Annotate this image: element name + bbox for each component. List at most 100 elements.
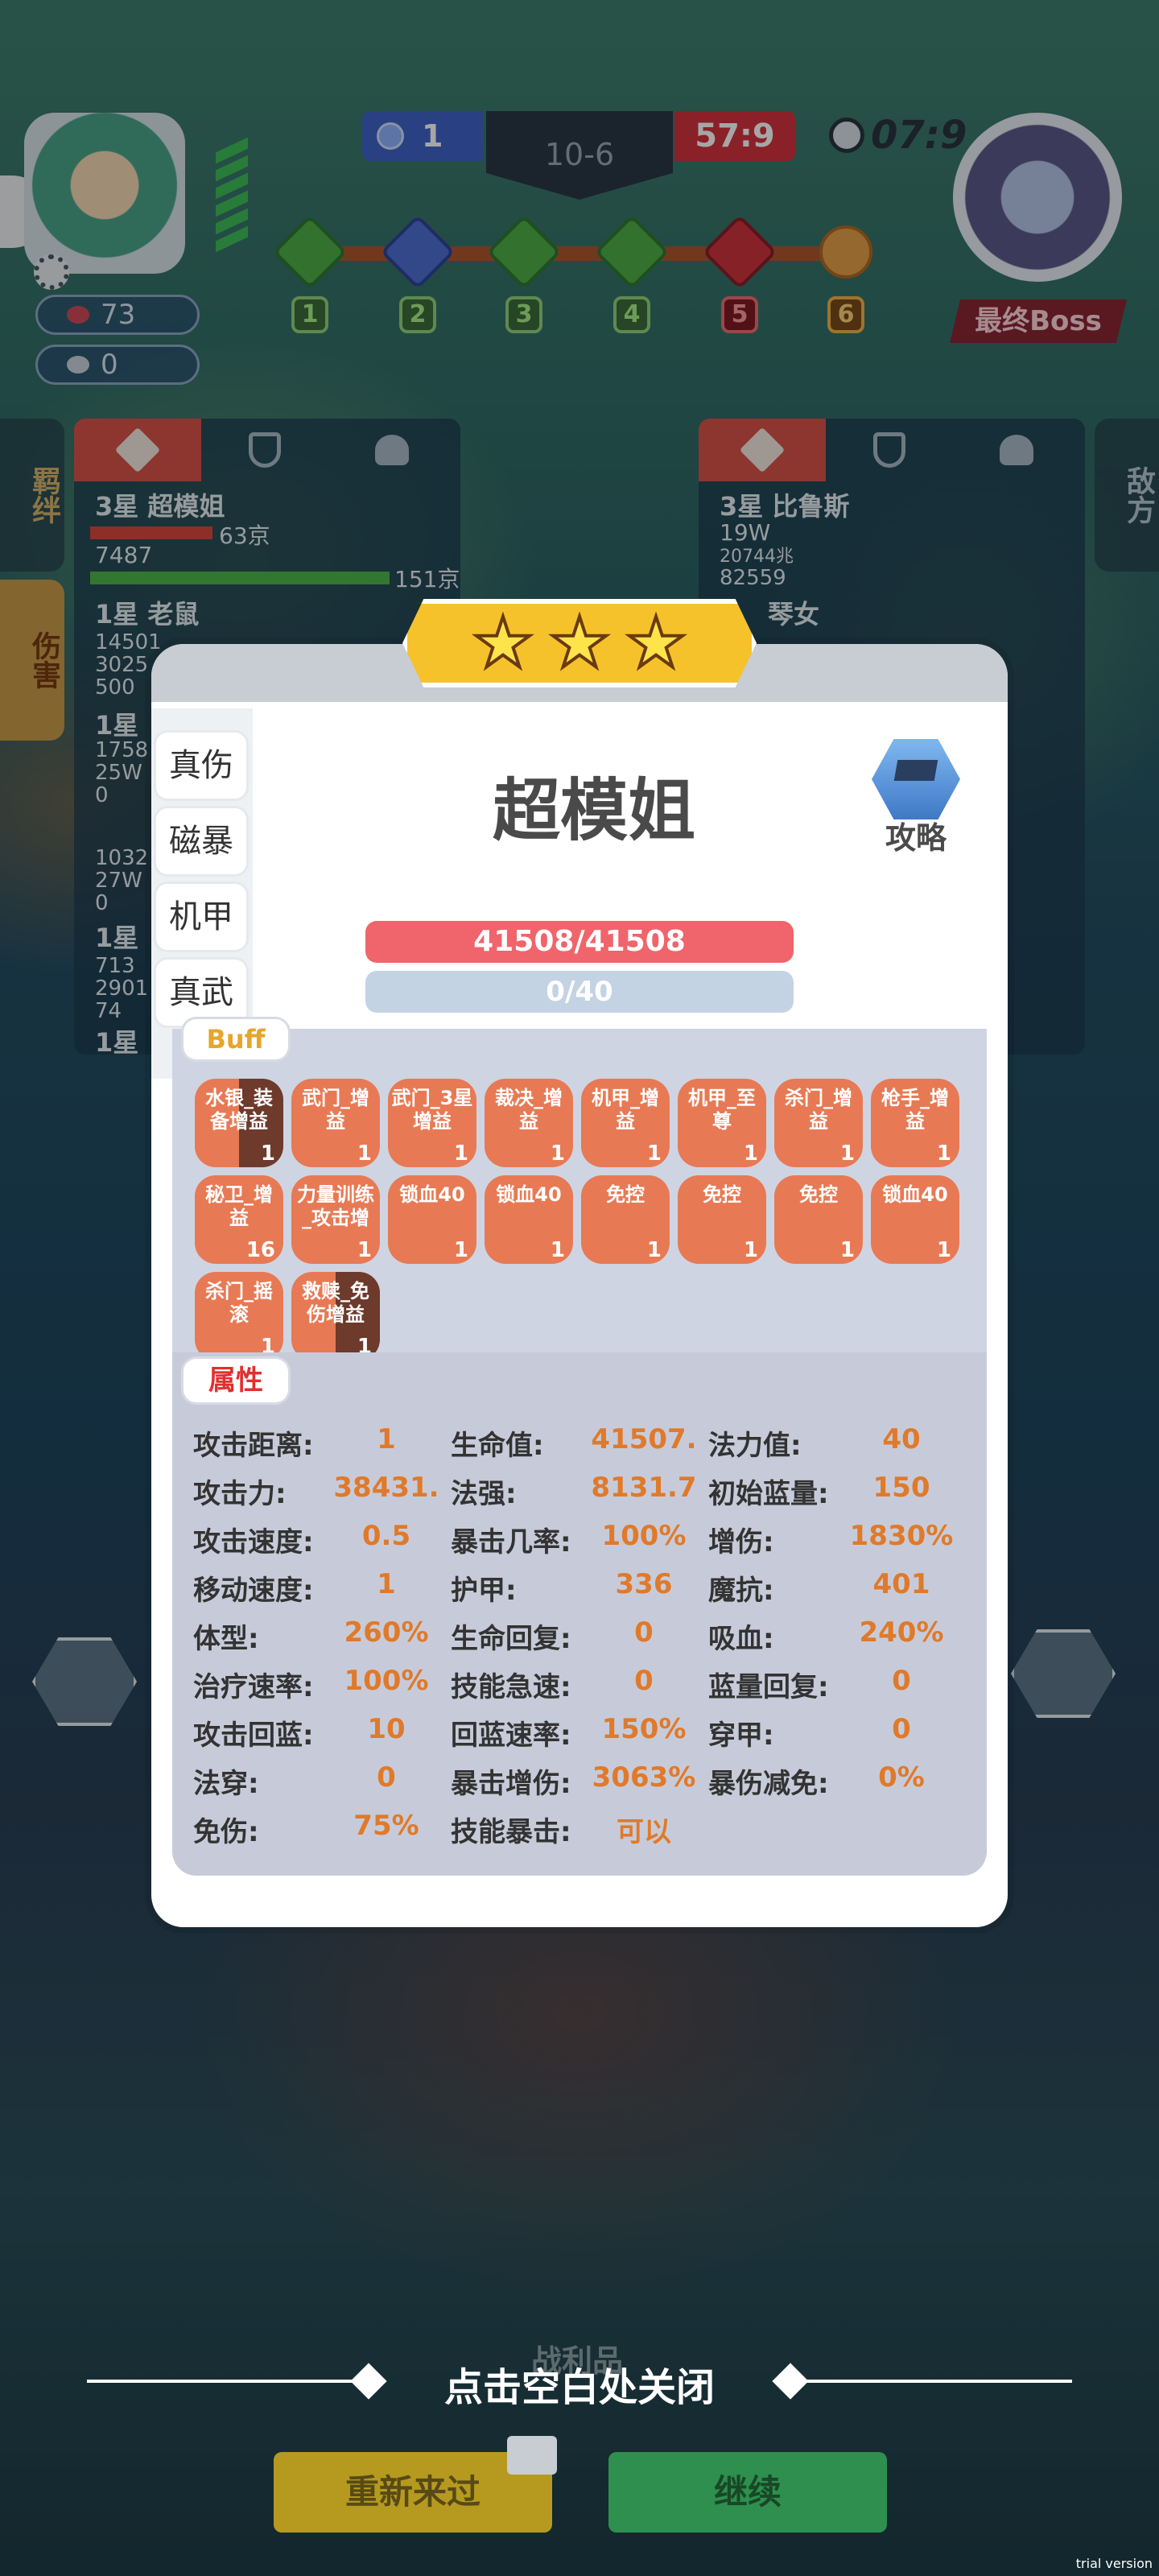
attribute-cell: 回蓝速率: 150% (451, 1713, 708, 1752)
attribute-row: 治疗速率: 100% 技能急速: 0 蓝量回复: 0 (193, 1660, 966, 1708)
attribute-key: 攻击速度: (193, 1525, 314, 1558)
buff-item[interactable]: 秘卫_增益 16 (195, 1175, 283, 1264)
buff-count: 1 (839, 1238, 855, 1262)
buff-name: 锁血40 (882, 1183, 948, 1206)
trait-tag-4[interactable]: 真武 (156, 960, 246, 1026)
attribute-value: 38431. (333, 1471, 439, 1504)
attribute-cell: 护甲: 336 (451, 1568, 708, 1608)
buff-item[interactable]: 枪手_增益 1 (871, 1079, 959, 1167)
attribute-row: 免伤: 75% 技能暴击: 可以 (193, 1805, 966, 1853)
buff-name: 锁血40 (496, 1183, 562, 1206)
buff-name: 武门_增益 (302, 1087, 369, 1133)
buff-item[interactable]: 力量训练_攻击增 1 (291, 1175, 380, 1264)
attribute-key: 暴击增伤: (451, 1767, 571, 1800)
attribute-value: 260% (344, 1616, 429, 1649)
attribute-value: 75% (353, 1809, 419, 1842)
buff-item[interactable]: 水银_装备增益 1 (195, 1079, 283, 1167)
attribute-cell: 法穿: 0 (193, 1761, 451, 1801)
attribute-value: 100% (601, 1519, 687, 1552)
attribute-row: 攻击速度: 0.5 暴击几率: 100% 增伤: 1830% (193, 1515, 966, 1563)
attribute-cell: 攻击力: 38431. (193, 1472, 451, 1511)
buff-item[interactable]: 杀门_摇滚 1 (195, 1272, 283, 1360)
buff-item[interactable]: 锁血40 1 (485, 1175, 573, 1264)
attribute-key: 初始蓝量: (708, 1477, 829, 1510)
trait-tag-3[interactable]: 机甲 (156, 884, 246, 950)
hp-bar: 41508/41508 (365, 921, 794, 963)
attribute-cell: 治疗速率: 100% (193, 1665, 451, 1704)
attribute-cell: 攻击速度: 0.5 (193, 1520, 451, 1559)
buff-item[interactable]: 机甲_增益 1 (581, 1079, 670, 1167)
buff-count: 1 (453, 1238, 468, 1262)
attribute-value: 10 (367, 1712, 406, 1745)
buff-name: 免控 (703, 1183, 741, 1206)
attribute-value: 401 (872, 1567, 930, 1600)
star-rating: ★ ★ ★ (402, 599, 757, 687)
attribute-row: 攻击力: 38431. 法强: 8131.7 初始蓝量: 150 (193, 1467, 966, 1515)
buff-name: 枪手_增益 (881, 1087, 949, 1133)
attribute-row: 攻击回蓝: 10 回蓝速率: 150% 穿甲: 0 (193, 1708, 966, 1757)
attribute-key: 暴伤减免: (708, 1767, 829, 1800)
buff-name: 杀门_增益 (785, 1087, 852, 1133)
attribute-cell: 攻击距离: 1 (193, 1423, 451, 1463)
buff-item[interactable]: 免控 1 (678, 1175, 766, 1264)
star-icon: ★ (470, 603, 535, 683)
attribute-key: 攻击力: (193, 1477, 287, 1510)
buff-count: 1 (357, 1141, 372, 1166)
close-hint-row[interactable]: 点击空白处关闭 (87, 2355, 1072, 2410)
continue-button[interactable]: 继续 (608, 2452, 887, 2533)
attribute-key: 魔抗: (708, 1574, 774, 1607)
buff-item[interactable]: 锁血40 1 (388, 1175, 476, 1264)
close-hint[interactable]: 点击空白处关闭 (87, 2355, 1072, 2412)
buff-item[interactable]: 救赎_免伤增益 1 (291, 1272, 380, 1360)
trait-tags: 真伤 磁暴 机甲 真武 (156, 733, 246, 1035)
attribute-cell: 初始蓝量: 150 (708, 1472, 966, 1511)
attribute-value: 1830% (849, 1519, 954, 1552)
buff-count: 1 (646, 1238, 662, 1262)
attribute-cell: 增伤: 1830% (708, 1520, 966, 1559)
guide-button[interactable]: 攻略 (860, 739, 972, 860)
buff-count: 1 (357, 1238, 372, 1262)
guide-label: 攻略 (885, 820, 947, 856)
attribute-value: 0% (878, 1761, 925, 1794)
buff-item[interactable]: 武门_3星增益 1 (388, 1079, 476, 1167)
video-ad-icon (507, 2436, 557, 2475)
attribute-cell: 生命值: 41507. (451, 1423, 708, 1463)
attribute-key: 吸血: (708, 1622, 774, 1655)
buff-item[interactable]: 杀门_增益 1 (774, 1079, 863, 1167)
buff-name: 免控 (799, 1183, 838, 1206)
retry-label: 重新来过 (344, 2472, 481, 2512)
buff-item[interactable]: 免控 1 (581, 1175, 670, 1264)
attribute-cell: 暴击几率: 100% (451, 1520, 708, 1559)
trait-tag-2[interactable]: 磁暴 (156, 808, 246, 874)
buff-count: 1 (743, 1141, 758, 1166)
hero-detail-modal: 真伤 磁暴 机甲 真武 超模姐 攻略 41508/41508 0/40 Buff… (151, 644, 1008, 1927)
attribute-value: 可以 (617, 1815, 671, 1848)
star-icon: ★ (547, 603, 612, 683)
attribute-key: 免伤: (193, 1815, 259, 1848)
mp-bar: 0/40 (365, 971, 794, 1013)
attribute-cell: 体型: 260% (193, 1616, 451, 1656)
attribute-key: 技能暴击: (451, 1815, 571, 1848)
attribute-key: 增伤: (708, 1525, 774, 1558)
trait-tag-1[interactable]: 真伤 (156, 733, 246, 799)
retry-button[interactable]: 重新来过 (274, 2436, 557, 2533)
attribute-cell: 暴伤减免: 0% (708, 1761, 966, 1801)
attribute-value: 1 (377, 1567, 396, 1600)
attribute-key: 生命回复: (451, 1622, 571, 1655)
graduation-cap-icon (872, 739, 960, 819)
attribute-value: 0.5 (361, 1519, 411, 1552)
buff-name: 救赎_免伤增益 (302, 1280, 369, 1326)
hero-name: 超模姐 (492, 771, 695, 850)
buff-item[interactable]: 裁决_增益 1 (485, 1079, 573, 1167)
buff-name: 水银_装备增益 (205, 1087, 273, 1133)
buff-item[interactable]: 免控 1 (774, 1175, 863, 1264)
buff-count: 1 (260, 1141, 275, 1166)
attribute-value: 1 (377, 1422, 396, 1455)
attribute-cell: 移动速度: 1 (193, 1568, 451, 1608)
attribute-row: 移动速度: 1 护甲: 336 魔抗: 401 (193, 1563, 966, 1612)
buff-item[interactable]: 锁血40 1 (871, 1175, 959, 1264)
attribute-value: 41507. (591, 1422, 697, 1455)
buff-name: 裁决_增益 (495, 1087, 563, 1133)
buff-item[interactable]: 武门_增益 1 (291, 1079, 380, 1167)
buff-item[interactable]: 机甲_至尊 1 (678, 1079, 766, 1167)
